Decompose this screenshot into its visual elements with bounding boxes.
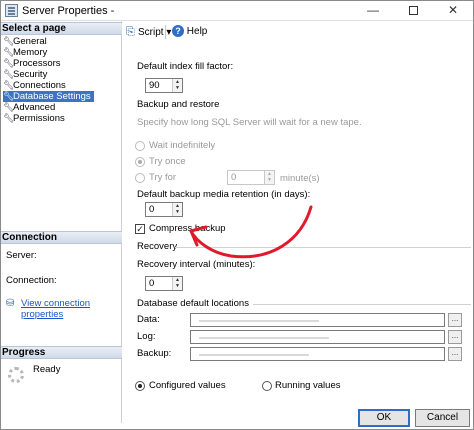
script-icon: ⎘	[126, 26, 135, 38]
nav-item-advanced[interactable]: 🔧︎Advanced	[3, 102, 58, 113]
wrench-icon: 🔧︎	[3, 91, 15, 101]
nav-item-label: Memory	[13, 47, 48, 58]
maximize-icon	[408, 6, 418, 16]
redacted-path	[199, 354, 309, 356]
try-for-value: 0	[231, 172, 237, 183]
data-browse-button[interactable]: ...	[448, 313, 462, 327]
title-bar: Server Properties - — ✕	[1, 1, 473, 21]
properties-window-icon	[5, 4, 18, 17]
recovery-divider	[175, 247, 471, 248]
nav-item-label: Database Settings	[13, 91, 91, 102]
recovery-interval-label: Recovery interval (minutes):	[137, 259, 256, 270]
fill-factor-stepper[interactable]: 90 ▲ ▼	[145, 78, 183, 93]
left-pane: Select a page 🔧︎General 🔧︎Memory 🔧︎Proce…	[1, 21, 122, 423]
try-once-radio[interactable]	[135, 157, 145, 167]
retention-stepper[interactable]: 0 ▲ ▼	[145, 202, 183, 217]
stepper-arrows-icon[interactable]: ▲ ▼	[172, 203, 182, 216]
wrench-icon: 🔧︎	[3, 113, 15, 123]
backup-browse-button[interactable]: ...	[448, 347, 462, 361]
configured-values-radio[interactable]	[135, 381, 145, 391]
backup-location-field[interactable]	[190, 347, 445, 361]
fill-factor-label: Default index fill factor:	[137, 61, 234, 72]
running-values-radio[interactable]	[262, 381, 272, 391]
fill-factor-value: 90	[149, 80, 160, 91]
backup-location-label: Backup:	[137, 348, 172, 359]
recovery-title: Recovery	[137, 241, 178, 252]
tape-wait-prompt: Specify how long SQL Server will wait fo…	[137, 117, 362, 128]
toolbar-separator	[165, 25, 166, 39]
help-label: Help	[186, 26, 208, 37]
minutes-suffix: minute(s)	[280, 173, 320, 184]
log-location-label: Log:	[137, 331, 156, 342]
recovery-interval-stepper[interactable]: 0 ▲ ▼	[145, 276, 183, 291]
redacted-path	[199, 320, 319, 322]
help-icon: ?	[172, 25, 184, 38]
backup-restore-title: Backup and restore	[137, 99, 220, 110]
redacted-path	[199, 337, 329, 339]
wrench-icon: 🔧︎	[3, 58, 15, 68]
nav-item-label: Processors	[13, 58, 61, 69]
stepper-arrows-icon[interactable]: ▲ ▼	[172, 79, 182, 92]
wrench-icon: 🔧︎	[3, 47, 15, 57]
nav-item-label: Advanced	[13, 102, 56, 113]
minimize-button[interactable]: —	[353, 1, 393, 20]
try-for-label: Try for	[149, 172, 177, 183]
ok-button[interactable]: OK	[358, 409, 410, 427]
try-for-minutes-stepper[interactable]: 0 ▲ ▼	[227, 170, 275, 185]
compress-backup-label: Compress backup	[149, 223, 226, 234]
progress-status: Ready	[33, 364, 61, 375]
db-default-locations-title: Database default locations	[137, 298, 249, 309]
data-location-field[interactable]	[190, 313, 445, 327]
script-label: Script	[138, 27, 164, 38]
maximize-button[interactable]	[393, 1, 433, 20]
progress-spinner-icon	[8, 367, 24, 383]
help-button[interactable]: ? Help	[172, 25, 207, 39]
cancel-button[interactable]: Cancel	[415, 409, 470, 427]
nav-item-memory[interactable]: 🔧︎Memory	[3, 47, 50, 58]
log-location-field[interactable]	[190, 330, 445, 344]
try-once-label: Try once	[149, 156, 186, 167]
settings-pane: ⎘ Script ▾ ? Help Default index fill fact…	[123, 21, 473, 377]
view-connection-properties-link[interactable]: View connection properties	[21, 298, 121, 320]
connection-header: Connection	[1, 231, 122, 244]
stepper-arrows-icon[interactable]: ▲ ▼	[172, 277, 182, 290]
try-for-radio[interactable]	[135, 173, 145, 183]
data-location-label: Data:	[137, 314, 160, 325]
stepper-arrows-icon[interactable]: ▲ ▼	[264, 171, 274, 184]
select-page-header: Select a page	[1, 22, 122, 35]
wrench-icon: 🔧︎	[3, 36, 15, 46]
close-button[interactable]: ✕	[433, 1, 473, 20]
wrench-icon: 🔧︎	[3, 80, 15, 90]
retention-value: 0	[149, 204, 155, 215]
wrench-icon: 🔧︎	[3, 69, 15, 79]
nav-item-label: Permissions	[13, 113, 65, 124]
recovery-interval-value: 0	[149, 278, 155, 289]
nav-item-connections[interactable]: 🔧︎Connections	[3, 80, 69, 91]
wait-indefinitely-label: Wait indefinitely	[149, 140, 216, 151]
nav-item-database-settings[interactable]: 🔧︎Database Settings	[3, 91, 94, 102]
nav-item-processors[interactable]: 🔧︎Processors	[3, 58, 64, 69]
nav-item-general[interactable]: 🔧︎General	[3, 36, 50, 47]
wait-indefinitely-radio[interactable]	[135, 141, 145, 151]
server-properties-window: Server Properties - — ✕ Select a page 🔧︎…	[0, 0, 474, 430]
compress-backup-checkbox[interactable]: ✓	[135, 224, 145, 234]
nav-item-label: Security	[13, 69, 48, 80]
progress-header: Progress	[1, 346, 122, 359]
running-values-label: Running values	[275, 380, 341, 391]
nav-item-label: General	[13, 36, 47, 47]
nav-item-security[interactable]: 🔧︎Security	[3, 69, 50, 80]
nav-item-permissions[interactable]: 🔧︎Permissions	[3, 113, 68, 124]
retention-label: Default backup media retention (in days)…	[137, 189, 311, 200]
wrench-icon: 🔧︎	[3, 102, 15, 112]
connection-label: Connection:	[6, 275, 57, 286]
window-title: Server Properties -	[22, 5, 115, 17]
configured-values-label: Configured values	[149, 380, 226, 391]
server-label: Server:	[6, 250, 37, 261]
log-browse-button[interactable]: ...	[448, 330, 462, 344]
chevron-down-icon: ▾	[166, 27, 172, 38]
locations-divider	[253, 304, 471, 305]
nav-item-label: Connections	[13, 80, 66, 91]
connection-properties-icon: ⛁	[6, 298, 15, 309]
toolbar: ⎘ Script ▾ ? Help	[123, 21, 473, 43]
